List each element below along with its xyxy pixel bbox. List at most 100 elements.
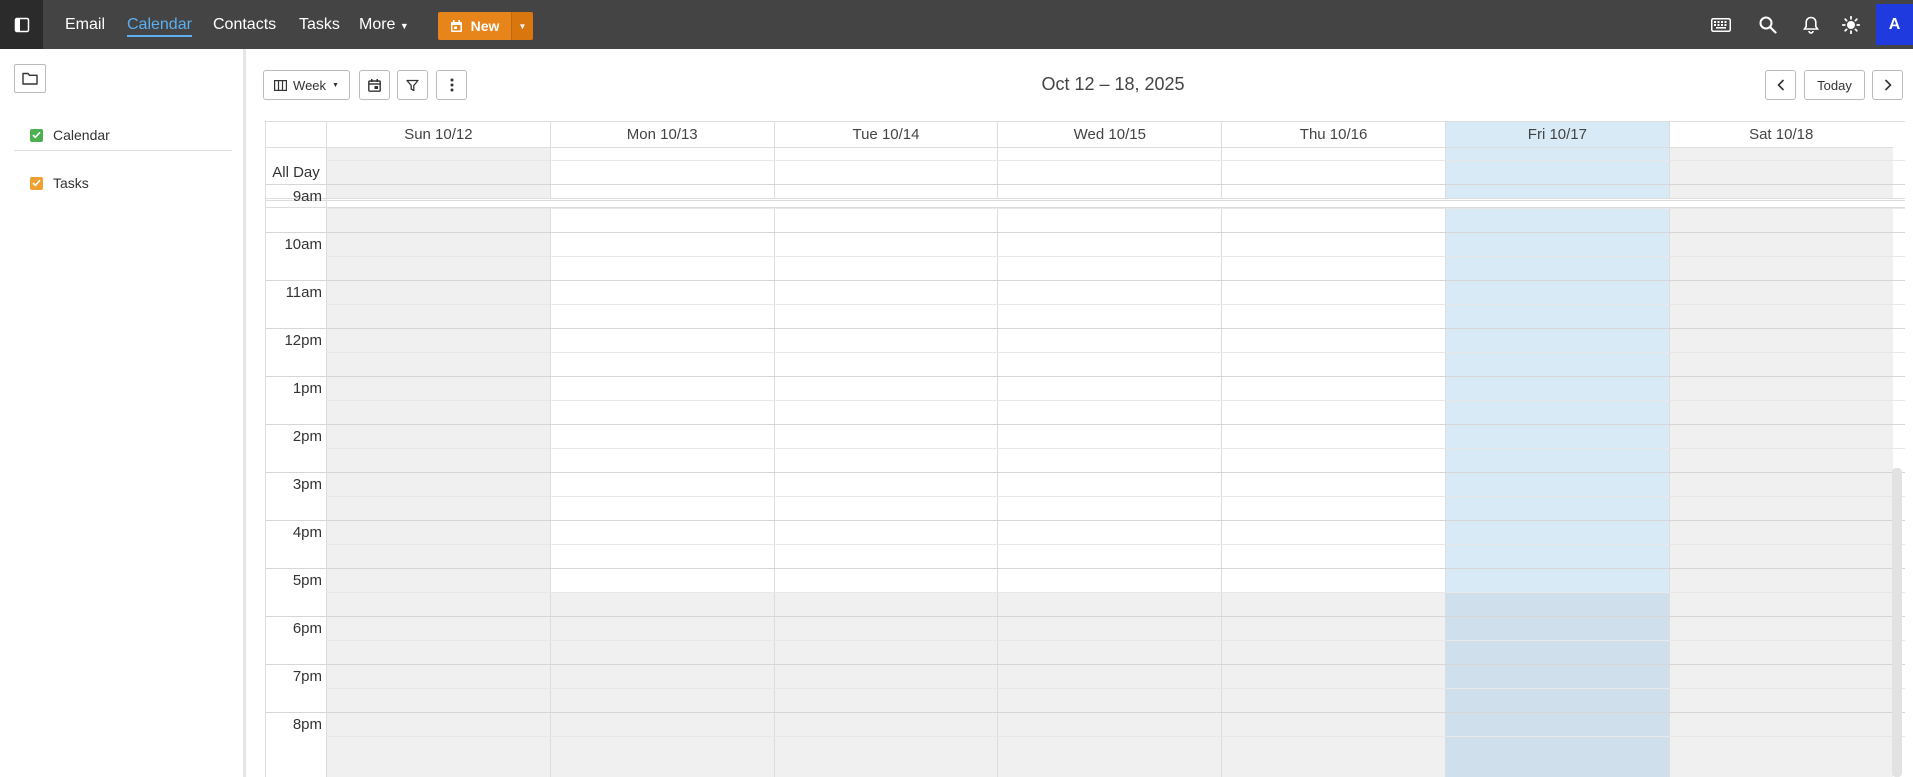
user-avatar[interactable]: A: [1876, 4, 1913, 45]
sidebar-item-calendar[interactable]: Calendar: [30, 125, 110, 145]
vertical-scrollbar[interactable]: [1892, 468, 1902, 777]
half-hour-line: [326, 544, 1905, 545]
theme-toggle-button[interactable]: [1838, 12, 1864, 38]
day-header[interactable]: Wed 10/15: [997, 122, 1222, 148]
checkbox-icon[interactable]: [30, 176, 43, 190]
sidebar-toggle-icon: [14, 17, 29, 32]
hour-line: [266, 616, 1905, 617]
hour-line: [266, 520, 1905, 521]
nav-email-label: Email: [65, 16, 106, 33]
sidebar-item-label: Tasks: [53, 175, 89, 191]
caret-down-icon: ▼: [332, 81, 339, 89]
nav-email[interactable]: Email: [65, 0, 105, 49]
view-select-button[interactable]: Week ▼: [263, 70, 350, 100]
day-header[interactable]: Thu 10/16: [1221, 122, 1445, 148]
caret-down-icon: ▼: [399, 21, 409, 31]
today-button-label: Today: [1817, 77, 1852, 93]
hour-label: 2pm: [292, 428, 322, 445]
nav-tasks-label: Tasks: [299, 16, 340, 33]
week-grid: Sun 10/12 Mon 10/13 Tue 10/14 Wed 10/15 Thu …: [265, 121, 1905, 777]
allday-cell[interactable]: [1221, 148, 1445, 198]
calendar-day-icon: [368, 78, 381, 92]
half-hour-line: [326, 256, 1905, 257]
nav-more-label: More: [359, 16, 396, 33]
next-week-button[interactable]: [1872, 70, 1903, 100]
new-button[interactable]: New: [438, 12, 511, 40]
chevron-right-icon: [1884, 79, 1892, 91]
sidebar-item-tasks[interactable]: Tasks: [30, 173, 89, 193]
half-hour-line: [326, 304, 1905, 305]
hour-line: [266, 568, 1905, 569]
allday-cell[interactable]: [549, 148, 774, 198]
search-icon: [1759, 16, 1777, 34]
half-hour-line: [326, 640, 1905, 641]
half-hour-line: [326, 688, 1905, 689]
filter-button[interactable]: [397, 70, 428, 100]
day-header[interactable]: Sun 10/12: [326, 122, 550, 148]
hour-line: [266, 376, 1905, 377]
allday-cell[interactable]: [773, 148, 998, 198]
half-hour-line: [326, 208, 1905, 209]
caret-down-icon: ▼: [518, 21, 527, 31]
sidebar-divider: [14, 150, 232, 151]
day-header[interactable]: Mon 10/13: [549, 122, 774, 148]
previous-week-button[interactable]: [1765, 70, 1796, 100]
folder-button[interactable]: [14, 64, 46, 93]
nav-calendar[interactable]: Calendar: [127, 0, 192, 49]
today-button[interactable]: Today: [1804, 70, 1865, 100]
nav-tasks[interactable]: Tasks: [299, 0, 340, 49]
chevron-left-icon: [1776, 79, 1784, 91]
hour-line: [266, 280, 1905, 281]
half-hour-line: [326, 160, 1905, 161]
calendar-plus-icon: [450, 19, 462, 32]
day-header[interactable]: Tue 10/14: [773, 122, 998, 148]
half-hour-line: [326, 496, 1905, 497]
nav-calendar-label: Calendar: [127, 16, 192, 37]
allday-separator: [266, 198, 1905, 208]
sun-icon: [1842, 16, 1860, 34]
sidebar-toggle-button[interactable]: [0, 0, 43, 49]
day-column-offhours[interactable]: [1668, 592, 1893, 777]
date-range-title: Oct 12 – 18, 2025: [1041, 74, 1185, 94]
day-column-offhours[interactable]: [997, 592, 1222, 777]
search-button[interactable]: [1755, 12, 1781, 38]
hour-label: 6pm: [292, 620, 322, 637]
hour-line: [266, 424, 1905, 425]
hour-line: [266, 328, 1905, 329]
day-column-offhours[interactable]: [326, 592, 550, 777]
day-column-offhours[interactable]: [1445, 592, 1669, 777]
nav-more[interactable]: More ▼: [359, 0, 409, 49]
day-column-offhours[interactable]: [1221, 592, 1445, 777]
notifications-button[interactable]: [1798, 12, 1824, 38]
date-picker-button[interactable]: [359, 70, 390, 100]
more-vertical-icon: [450, 78, 453, 92]
checkbox-icon[interactable]: [30, 128, 43, 142]
new-button-label: New: [470, 18, 500, 34]
hour-label: 4pm: [292, 524, 322, 541]
new-dropdown-button[interactable]: ▼: [511, 12, 533, 40]
allday-cell[interactable]: [326, 148, 550, 198]
hour-label: 1pm: [292, 380, 322, 397]
allday-cell[interactable]: [1445, 148, 1669, 198]
hour-line: [266, 184, 1905, 185]
allday-cell[interactable]: [997, 148, 1222, 198]
day-column-offhours[interactable]: [549, 592, 774, 777]
bell-icon: [1803, 16, 1819, 34]
hour-label: 9am: [292, 188, 322, 205]
more-options-button[interactable]: [436, 70, 467, 100]
allday-cell[interactable]: [1668, 148, 1893, 198]
time-gutter-border: [326, 122, 327, 777]
hour-line: [266, 664, 1905, 665]
columns-icon: [274, 79, 288, 91]
day-header[interactable]: Fri 10/17: [1445, 122, 1669, 148]
half-hour-line: [326, 448, 1905, 449]
day-header[interactable]: Sat 10/18: [1668, 122, 1893, 148]
filter-icon: [406, 79, 419, 91]
sidebar-item-label: Calendar: [53, 127, 110, 143]
hour-label: 3pm: [292, 476, 322, 493]
keyboard-shortcuts-button[interactable]: [1708, 12, 1734, 38]
view-select-label: Week: [293, 77, 327, 93]
hour-label: 10am: [284, 236, 322, 253]
day-column-offhours[interactable]: [773, 592, 998, 777]
nav-contacts[interactable]: Contacts: [213, 0, 276, 49]
